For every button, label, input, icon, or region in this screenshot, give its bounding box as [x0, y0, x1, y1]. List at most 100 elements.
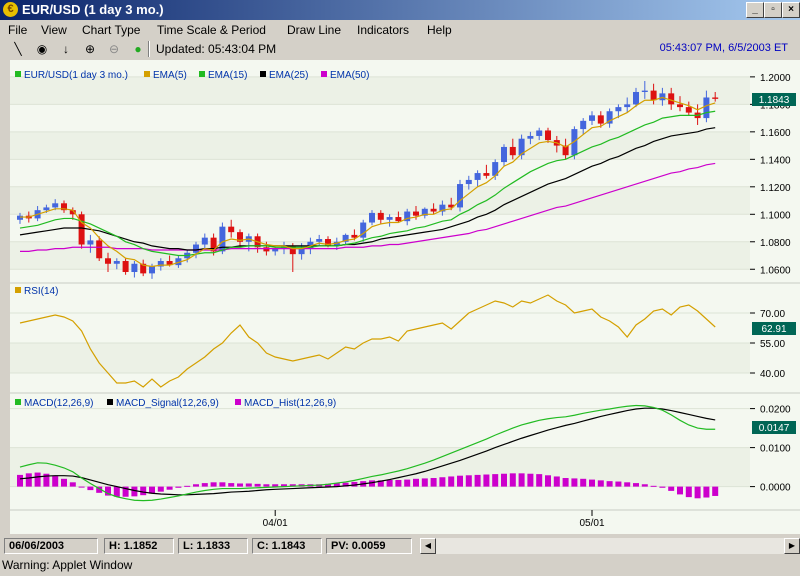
legend-swatch-ema50 — [321, 71, 327, 77]
macd-hist-bar — [61, 478, 67, 487]
restore-button[interactable]: ▫ — [764, 2, 782, 18]
legend-ema25: EMA(25) — [269, 70, 308, 81]
macd-hist-bar — [580, 478, 587, 487]
candle-body — [149, 266, 155, 274]
last-price-text: 1.1843 — [759, 95, 790, 106]
macd-hist-bar — [69, 482, 76, 487]
macd-hist-bar — [421, 478, 428, 487]
macd-hist-bar — [166, 486, 173, 490]
macd-hist-bar — [34, 472, 41, 487]
ytick-label-price: 1.0600 — [760, 265, 791, 276]
candle-body — [677, 104, 683, 108]
macd-hist-bar — [457, 475, 463, 487]
candle-body — [369, 212, 375, 223]
macd-legend: MACD(12,26,9) MACD_Signal(12,26,9) MACD_… — [15, 398, 336, 409]
candle-body — [193, 244, 199, 253]
macd-hist-bar — [562, 478, 569, 487]
xtick-label: 04/01 — [263, 518, 288, 529]
macd-hist-bar — [430, 478, 437, 487]
macd-hist-bar — [448, 476, 455, 487]
rsi-last-badge: 62.91 — [752, 322, 796, 335]
candle-body — [597, 115, 604, 124]
macd-hist-bar — [659, 486, 666, 488]
macd-hist-bar — [404, 479, 411, 487]
menu-view[interactable]: View — [41, 23, 67, 37]
minimize-button[interactable]: _ — [746, 2, 764, 18]
candle-body — [457, 184, 463, 208]
chart-svg: 1.20001.18001.16001.14001.12001.10001.08… — [10, 60, 800, 534]
legend-price: EUR/USD(1 day 3 mo.) — [24, 70, 128, 81]
band-price — [10, 186, 750, 215]
macd-hist-bar — [685, 486, 692, 498]
candle-body — [589, 115, 595, 121]
legend-macd: MACD(12,26,9) — [24, 398, 93, 409]
legend-ema15: EMA(15) — [208, 70, 247, 81]
ytick-label-price: 1.2000 — [760, 73, 791, 84]
macd-hist-bar — [17, 474, 23, 487]
menu-time-scale[interactable]: Time Scale & Period — [157, 23, 266, 37]
candle-body — [483, 173, 490, 176]
menu-draw-line[interactable]: Draw Line — [287, 23, 341, 37]
macd-hist-bar — [193, 484, 199, 487]
arrow-down-tool-icon[interactable]: ↓ — [58, 41, 74, 57]
macd-hist-bar — [536, 474, 543, 487]
candle-body — [536, 130, 543, 136]
macd-hist-bar — [597, 480, 604, 487]
ytick-label-rsi: 55.00 — [760, 339, 785, 350]
legend-ema50: EMA(50) — [330, 70, 369, 81]
candle-body — [668, 93, 675, 105]
ytick-label-price: 1.0800 — [760, 238, 791, 249]
status-close: C: 1.1843 — [252, 538, 322, 554]
macd-hist-bar — [527, 473, 534, 487]
candle-body — [395, 217, 402, 222]
macd-hist-bar — [589, 479, 595, 487]
macd-hist-bar — [210, 482, 217, 487]
macd-hist-bar — [492, 474, 499, 487]
last-macd-text: 0.0147 — [759, 423, 790, 434]
macd-hist-bar — [201, 483, 208, 487]
candle-body — [316, 239, 323, 242]
crosshair-tool-icon[interactable]: ◉ — [34, 41, 50, 57]
menu-indicators[interactable]: Indicators — [357, 23, 409, 37]
macd-hist-bar — [184, 485, 191, 487]
scroll-right-icon[interactable]: ▶ — [784, 538, 800, 554]
menu-chart-type[interactable]: Chart Type — [82, 23, 140, 37]
macd-hist-bar — [641, 484, 648, 487]
chart-area: 1.20001.18001.16001.14001.12001.10001.08… — [10, 60, 800, 534]
band-rsi — [10, 343, 750, 373]
zoom-in-icon[interactable]: ⊕ — [82, 41, 98, 57]
scroll-left-icon[interactable]: ◀ — [420, 538, 436, 554]
macd-hist-bar — [263, 484, 270, 487]
candle-body — [228, 226, 235, 233]
candle-body — [413, 211, 419, 216]
refresh-icon[interactable]: ● — [130, 41, 146, 57]
candle-body — [43, 207, 50, 211]
legend-swatch-rsi — [15, 287, 21, 293]
macd-hist-bar — [483, 474, 490, 487]
candle-body — [633, 91, 639, 105]
toolbar-separator — [148, 41, 150, 57]
applet-warning-text: Warning: Applet Window — [2, 558, 133, 572]
menu-file[interactable]: File — [8, 23, 27, 37]
macd-hist-bar — [624, 482, 631, 487]
draw-line-tool-icon[interactable]: ╲ — [10, 41, 26, 57]
title-bar: € EUR/USD (1 day 3 mo.) _ ▫ × — [0, 0, 800, 20]
horizontal-scrollbar[interactable]: ◀ ▶ — [420, 538, 800, 554]
candle-body — [685, 107, 692, 113]
window-title: EUR/USD (1 day 3 mo.) — [22, 2, 164, 17]
ytick-label-rsi: 70.00 — [760, 309, 785, 320]
macd-hist-bar — [712, 486, 719, 496]
status-high: H: 1.1852 — [104, 538, 174, 554]
candle-body — [641, 90, 648, 92]
candle-body — [105, 258, 111, 264]
close-button[interactable]: × — [782, 2, 800, 18]
candle-body — [465, 179, 472, 185]
macd-hist-bar — [606, 481, 613, 487]
zoom-out-icon[interactable]: ⊖ — [106, 41, 122, 57]
macd-last-badge: 0.0147 — [752, 421, 796, 434]
ytick-label-price: 1.1600 — [760, 128, 791, 139]
candle-body — [263, 247, 270, 252]
menu-bar: File View Chart Type Time Scale & Period… — [0, 20, 800, 40]
menu-help[interactable]: Help — [427, 23, 452, 37]
candle-body — [87, 240, 94, 245]
